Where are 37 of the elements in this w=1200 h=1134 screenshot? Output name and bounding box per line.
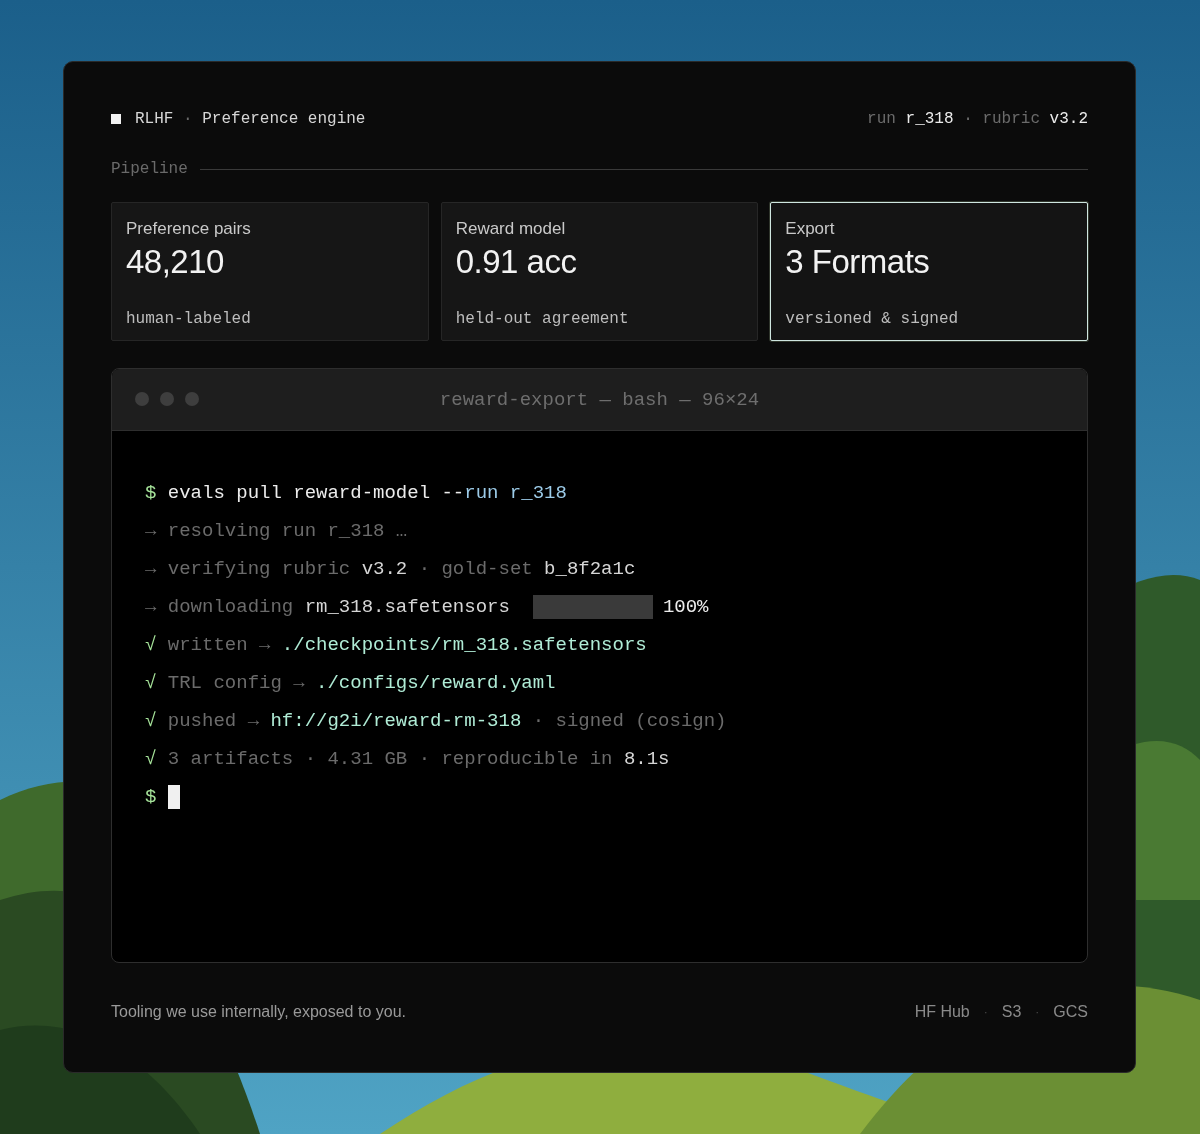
footer-link[interactable]: S3 bbox=[1001, 1003, 1022, 1021]
logo-square-icon bbox=[111, 114, 121, 124]
card-label: Preference pairs bbox=[126, 219, 251, 239]
terminal-line: → downloading rm_318.safetensors bbox=[145, 595, 510, 618]
card-value: 3 Formats bbox=[785, 243, 930, 281]
card-value: 48,210 bbox=[126, 243, 224, 281]
card-note: held-out agreement bbox=[455, 310, 629, 328]
terminal-line: → resolving run r_318 … bbox=[145, 519, 408, 542]
footer-link[interactable]: HF Hub bbox=[914, 1003, 970, 1021]
run-info: run r_318 · rubric v3.2 bbox=[867, 110, 1088, 128]
section-title: Pipeline bbox=[111, 160, 188, 178]
stat-card[interactable]: Reward model 0.91 acc held-out agreement bbox=[440, 202, 759, 341]
window-dot[interactable] bbox=[160, 392, 174, 406]
card-label: Export bbox=[785, 219, 835, 239]
card-note: versioned & signed bbox=[785, 310, 959, 328]
terminal-line: $ bbox=[145, 785, 158, 808]
tagline: Tooling we use internally, exposed to you. bbox=[111, 1003, 406, 1021]
card-note: human-labeled bbox=[126, 310, 251, 328]
window-dot[interactable] bbox=[135, 392, 149, 406]
separator-dot: · bbox=[1035, 1005, 1040, 1019]
stat-card[interactable]: Preference pairs 48,210 human-labeled bbox=[111, 202, 429, 341]
text-cursor bbox=[167, 784, 180, 809]
footer-link[interactable]: GCS bbox=[1053, 1003, 1088, 1021]
terminal-line: √ pushed → hf://g2i/reward-rm-318 · signed (cosign) bbox=[145, 709, 727, 732]
terminal-line: → verifying rubric v3.2 · gold-set b_8f2a1c bbox=[145, 557, 636, 580]
app-title: RLHF · Preference engine bbox=[135, 110, 366, 128]
terminal-title: reward-export — bash — 96×24 bbox=[439, 388, 760, 411]
card-value: 0.91 acc bbox=[455, 243, 577, 281]
terminal-line: 100% bbox=[662, 595, 709, 618]
terminal-line: √ TRL config → ./configs/reward.yaml bbox=[145, 671, 556, 694]
terminal-line: √ 3 artifacts · 4.31 GB · reproducible in 8.1s bbox=[145, 747, 670, 770]
stat-card[interactable]: Export 3 Formats versioned & signed bbox=[770, 202, 1088, 341]
terminal-line: √ written → ./checkpoints/rm_318.safetensors bbox=[145, 633, 647, 656]
card-label: Reward model bbox=[455, 219, 566, 239]
separator-dot: · bbox=[983, 1005, 988, 1019]
terminal-line: $ evals pull reward-model --run r_318 bbox=[145, 481, 567, 504]
window-dot[interactable] bbox=[185, 392, 199, 406]
